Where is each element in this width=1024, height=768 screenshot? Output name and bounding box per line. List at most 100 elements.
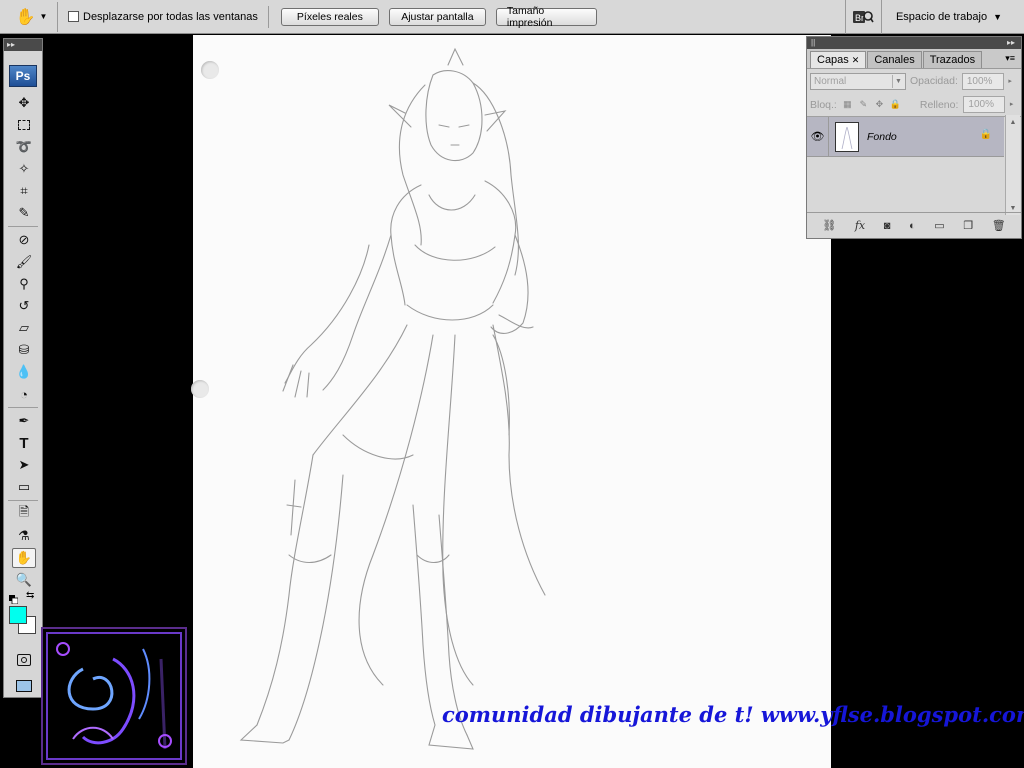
layers-scrollbar[interactable]: ▲ ▼ — [1005, 115, 1020, 215]
svg-text:Br: Br — [855, 13, 864, 23]
bridge-icon: Br — [853, 11, 875, 23]
close-icon[interactable]: ✕ — [852, 55, 860, 65]
panel-collapse-grip[interactable]: ▸▸ — [4, 39, 42, 51]
scroll-all-windows-option[interactable]: Desplazarse por todas las ventanas — [58, 5, 269, 28]
tool-divider — [8, 500, 38, 501]
fill-value: 100% — [968, 99, 994, 110]
new-layer-icon[interactable]: ❐ — [963, 219, 973, 232]
panel-grip[interactable]: || ▸▸ — [807, 37, 1021, 49]
watermark-text: comunidad dibujante de t! www.yflse.blog… — [442, 702, 1024, 727]
panel-menu-icon[interactable]: ▾≡ — [1005, 53, 1015, 64]
layers-panel: || ▸▸ Capas ✕ Canales Trazados ▾≡ Normal ▼ … — [806, 36, 1022, 239]
magic-wand-tool-icon[interactable]: ✧ — [12, 159, 36, 179]
lock-all-icon[interactable]: 🔒 — [890, 99, 901, 110]
tab-canales[interactable]: Canales — [867, 51, 922, 68]
lock-transparency-icon[interactable]: ▦ — [842, 99, 853, 110]
collapse-icon[interactable]: ▸▸ — [1007, 37, 1015, 49]
hand-tool-icon[interactable]: ✋ — [12, 548, 36, 568]
blur-tool-icon[interactable]: 💧 — [12, 362, 36, 382]
chevron-right-icon: ▸ — [1009, 101, 1014, 108]
adjustment-layer-icon[interactable]: ◐ — [909, 220, 916, 232]
workspace-label: Espacio de trabajo — [895, 11, 988, 23]
lock-fill-row: Bloq.: ▦ ✎ ✥ 🔒 Relleno: 100% ▸ — [807, 93, 1021, 117]
foreground-color-swatch[interactable] — [9, 606, 27, 624]
add-mask-icon[interactable]: ◙ — [884, 220, 891, 232]
healing-brush-tool-icon[interactable]: ⊘ — [12, 230, 36, 250]
screen-mode-icon[interactable] — [12, 676, 36, 696]
tool-preset-picker[interactable]: ✋ ▼ — [6, 1, 58, 32]
chevron-right-icon: ▸ — [1008, 77, 1012, 85]
marquee-tool-icon[interactable] — [12, 115, 36, 135]
crop-tool-icon[interactable]: ⌗ — [12, 181, 36, 201]
tab-capas[interactable]: Capas ✕ — [810, 51, 867, 68]
tab-trazados[interactable]: Trazados — [922, 51, 983, 68]
options-bar: ✋ ▼ Desplazarse por todas las ventanas P… — [0, 0, 1024, 34]
fill-field[interactable]: 100% ▸ — [963, 96, 1013, 113]
paint-bucket-tool-icon[interactable]: ⛁ — [12, 340, 36, 360]
workspace-menu[interactable]: Espacio de trabajo ▼ — [880, 0, 1024, 34]
path-selection-tool-icon[interactable]: ➤ — [12, 455, 36, 475]
pencil-sketch-artwork — [239, 47, 546, 750]
layers-footer: ⛓ fx ◙ ◐ ▭ ❐ 🗑 — [807, 212, 1021, 238]
tab-capas-label: Capas — [817, 54, 849, 66]
default-colors-icon[interactable] — [9, 591, 19, 605]
layer-style-icon[interactable]: fx — [855, 219, 865, 232]
clone-stamp-tool-icon[interactable]: ⚲ — [12, 274, 36, 294]
trash-icon[interactable]: 🗑 — [992, 219, 1006, 232]
tab-canales-label: Canales — [874, 54, 915, 66]
color-swatches: ⇆ — [4, 590, 42, 648]
tool-divider — [8, 226, 38, 227]
opacity-field[interactable]: 100% ▸ — [961, 72, 1012, 90]
bridge-button[interactable]: Br — [844, 0, 881, 34]
lock-pixels-icon[interactable]: ✎ — [858, 99, 869, 110]
dodge-tool-icon[interactable]: ◔ — [12, 384, 36, 404]
print-size-button[interactable]: Tamaño impresión — [495, 5, 597, 29]
tools-panel: ▸▸ Ps ✥ ➰ ✧ ⌗ ✎ ⊘ 🖌 ⚲ ↺ ▱ ⛁ 💧 ◔ ✒ T ➤ ▭ … — [3, 38, 43, 698]
photoshop-window: ✋ ▼ Desplazarse por todas las ventanas P… — [0, 0, 1024, 768]
fill-label: Relleno: — [919, 98, 959, 111]
scroll-all-checkbox[interactable] — [68, 11, 79, 22]
lock-icon: 🔒 — [979, 129, 992, 140]
type-tool-icon[interactable]: T — [12, 433, 36, 453]
eraser-tool-icon[interactable]: ▱ — [12, 318, 36, 338]
notes-tool-icon[interactable]: 🗎 — [12, 504, 36, 524]
eye-icon[interactable]: 👁 — [807, 116, 829, 157]
tool-divider — [8, 407, 38, 408]
quick-mask-icon[interactable] — [12, 650, 36, 670]
new-group-icon[interactable]: ▭ — [934, 219, 944, 232]
opacity-label: Opacidad: — [910, 75, 958, 87]
fit-screen-button[interactable]: Ajustar pantalla — [388, 7, 486, 26]
lock-label: Bloq.: — [810, 98, 837, 111]
lasso-tool-icon[interactable]: ➰ — [12, 137, 36, 157]
opacity-value: 100% — [966, 75, 993, 87]
decorative-swirl-logo — [46, 632, 182, 760]
actual-pixels-button[interactable]: Píxeles reales — [280, 7, 379, 26]
triangle-down-icon: ▼ — [993, 12, 1002, 22]
panel-tabs: Capas ✕ Canales Trazados ▾≡ — [807, 49, 1021, 69]
pen-tool-icon[interactable]: ✒ — [12, 411, 36, 431]
scroll-all-label: Desplazarse por todas las ventanas — [83, 10, 258, 23]
hand-icon: ✋ — [15, 8, 36, 26]
scroll-up-icon[interactable]: ▲ — [1006, 115, 1020, 129]
history-brush-tool-icon[interactable]: ↺ — [12, 296, 36, 316]
tab-trazados-label: Trazados — [929, 54, 976, 66]
layer-row[interactable]: 👁 Fondo 🔒 — [807, 116, 1004, 157]
move-tool-icon[interactable]: ✥ — [12, 93, 36, 113]
lock-position-icon[interactable]: ✥ — [874, 99, 885, 110]
layer-thumbnail — [835, 121, 859, 152]
zoom-tool-icon[interactable]: 🔍 — [12, 570, 36, 590]
community-logo-image — [41, 627, 187, 765]
link-layers-icon[interactable]: ⛓ — [822, 219, 836, 232]
chevron-down-icon: ▼ — [892, 74, 904, 88]
document-canvas[interactable] — [191, 35, 831, 768]
chevron-down-icon: ▼ — [39, 12, 48, 21]
blend-mode-value: Normal — [814, 75, 847, 87]
slice-tool-icon[interactable]: ✎ — [12, 203, 36, 223]
eyedropper-tool-icon[interactable]: ⚗ — [12, 526, 36, 546]
swap-colors-icon[interactable]: ⇆ — [26, 590, 34, 601]
ps-logo[interactable]: Ps — [9, 65, 37, 87]
layer-name[interactable]: Fondo — [867, 131, 897, 143]
brush-tool-icon[interactable]: 🖌 — [12, 252, 36, 272]
shape-tool-icon[interactable]: ▭ — [12, 477, 36, 497]
blend-mode-select[interactable]: Normal ▼ — [810, 72, 906, 90]
